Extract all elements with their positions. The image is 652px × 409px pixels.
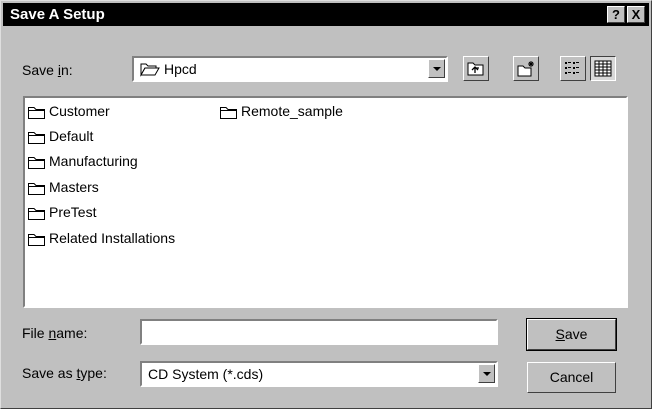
save-setup-dialog: Save A Setup ? X Save in: Hpcd Customer … <box>0 0 652 409</box>
close-button[interactable]: X <box>627 6 645 23</box>
folder-icon <box>28 107 45 119</box>
folder-name: Remote_sample <box>241 103 343 119</box>
create-new-folder-icon <box>517 61 534 77</box>
save-as-type-label: Save as type: <box>22 365 107 381</box>
save-in-dropdown-button[interactable] <box>428 59 445 78</box>
list-view-icon <box>565 62 579 74</box>
folder-icon <box>28 183 45 195</box>
title-bar[interactable]: Save A Setup ? X <box>3 3 649 26</box>
up-one-level-button[interactable] <box>463 56 489 81</box>
help-button[interactable]: ? <box>607 6 625 23</box>
up-one-level-icon <box>467 62 484 76</box>
folder-name: Masters <box>49 179 99 195</box>
create-new-folder-button[interactable] <box>513 56 539 81</box>
save-in-combo[interactable]: Hpcd <box>132 56 448 82</box>
dialog-title: Save A Setup <box>10 6 105 23</box>
folder-open-icon <box>140 63 160 77</box>
file-list[interactable]: Customer Default Manufacturing Masters P… <box>23 96 628 308</box>
folder-name: Manufacturing <box>49 153 138 169</box>
file-name-label: File name: <box>22 325 88 341</box>
folder-name: Default <box>49 128 94 144</box>
folder-icon <box>28 132 45 144</box>
cancel-button[interactable]: Cancel <box>527 362 616 393</box>
file-name-field[interactable] <box>140 319 498 345</box>
folder-name: PreTest <box>49 204 97 220</box>
details-view-icon <box>594 60 612 77</box>
save-in-value: Hpcd <box>164 61 197 77</box>
folder-icon <box>28 234 45 246</box>
folder-name: Related Installations <box>49 230 176 246</box>
folder-icon <box>220 107 237 119</box>
save-as-type-combo[interactable]: CD System (*.cds) <box>140 361 498 387</box>
details-view-button[interactable] <box>590 56 616 81</box>
folder-icon <box>28 157 45 169</box>
save-as-type-dropdown-button[interactable] <box>478 364 495 383</box>
save-button[interactable]: Save <box>526 318 617 351</box>
folder-icon <box>28 208 45 220</box>
folder-name: Customer <box>49 103 110 119</box>
save-as-type-value: CD System (*.cds) <box>148 366 264 382</box>
save-in-label: Save in: <box>22 62 73 78</box>
list-view-button[interactable] <box>560 56 586 81</box>
